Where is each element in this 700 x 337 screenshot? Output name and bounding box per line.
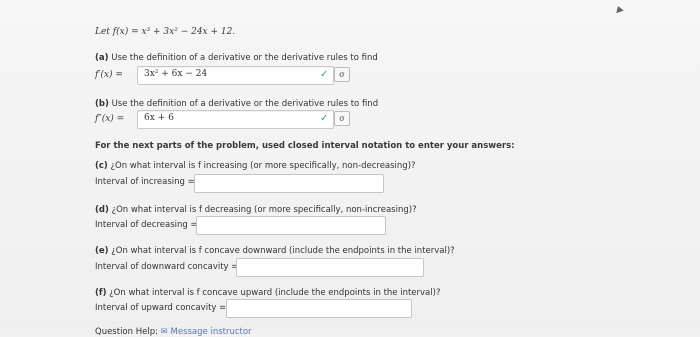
part-a-answer-field[interactable]: 3x² + 6x − 24 ✓: [137, 66, 334, 85]
part-e-label: (e): [95, 246, 109, 256]
message-instructor-label: Message instructor: [170, 327, 252, 337]
part-c-label: (c): [95, 161, 108, 171]
part-b-text: Use the definition of a derivative or th…: [111, 99, 379, 109]
part-c-prompt: (c) ¿On what interval is f increasing (o…: [95, 161, 416, 171]
part-b-answer-field[interactable]: 6x + 6 ✓: [137, 110, 334, 129]
part-a-lhs: f′(x) =: [95, 70, 123, 80]
sigma-icon[interactable]: σ: [334, 111, 350, 126]
part-f-label: (f): [95, 288, 107, 298]
question-help-label: Question Help:: [95, 327, 158, 337]
part-b-answer: 6x + 6: [144, 113, 174, 123]
part-a-text: Use the definition of a derivative or th…: [111, 53, 378, 63]
message-instructor-link[interactable]: ✉ Message instructor: [161, 327, 252, 337]
part-b-label: (b): [95, 99, 109, 109]
part-b-prompt: (b) Use the definition of a derivative o…: [95, 99, 378, 109]
part-d-field-label: Interval of decreasing =: [95, 220, 198, 230]
part-d-label: (d): [95, 205, 109, 215]
page: Let f(x) = x³ + 3x² − 24x + 12. (a) Use …: [0, 0, 700, 337]
check-icon: ✓: [320, 69, 329, 80]
interval-downward-concavity-input[interactable]: [236, 258, 424, 277]
function-definition: Let f(x) = x³ + 3x² − 24x + 12.: [95, 27, 236, 37]
part-a-prompt: (a) Use the definition of a derivative o…: [95, 53, 378, 63]
check-icon: ✓: [320, 113, 329, 124]
sigma-icon[interactable]: σ: [334, 67, 350, 82]
part-d-question: ¿On what interval is f decreasing (or mo…: [111, 205, 417, 215]
part-d-prompt: (d) ¿On what interval is f decreasing (o…: [95, 205, 417, 215]
part-f-field-label: Interval of upward concavity =: [95, 303, 227, 313]
part-c-question: ¿On what interval is f increasing (or mo…: [110, 161, 416, 171]
part-e-field-label: Interval of downward concavity =: [95, 262, 239, 272]
part-a-label: (a): [95, 53, 109, 63]
interval-increasing-input[interactable]: [194, 174, 384, 193]
part-f-prompt: (f) ¿On what interval is f concave upwar…: [95, 288, 440, 298]
part-c-field-label: Interval of increasing =: [95, 177, 195, 187]
message-icon: ✉: [160, 327, 168, 337]
instructions: For the next parts of the problem, used …: [95, 141, 515, 151]
interval-decreasing-input[interactable]: [196, 216, 386, 235]
interval-upward-concavity-input[interactable]: [226, 299, 412, 318]
part-f-question: ¿On what interval is f concave upward (i…: [109, 288, 441, 298]
part-e-question: ¿On what interval is f concave downward …: [111, 246, 455, 256]
part-b-lhs: f″(x) =: [95, 114, 125, 124]
part-a-answer: 3x² + 6x − 24: [144, 69, 208, 79]
question-help-bar: Question Help: ✉ Message instructor: [95, 327, 252, 337]
part-e-prompt: (e) ¿On what interval is f concave downw…: [95, 246, 455, 256]
cursor-arrow-icon: [614, 4, 624, 14]
